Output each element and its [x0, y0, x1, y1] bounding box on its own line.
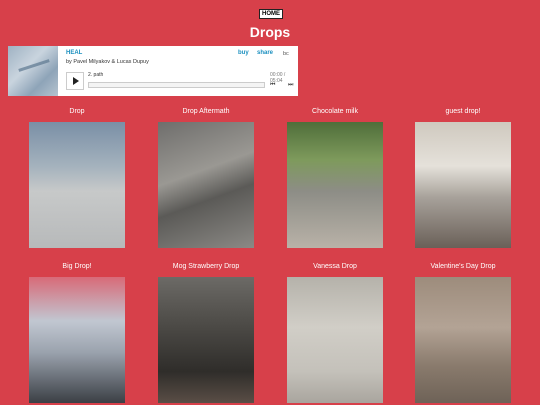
gallery-card: guest drop! [415, 107, 511, 248]
card-photo[interactable] [29, 122, 125, 248]
gallery-card: Big Drop! [29, 262, 125, 403]
bandcamp-player: HEAL by Pavel Milyakov & Lucas Dupuy buy… [8, 46, 298, 96]
previous-track-icon[interactable]: ⏮ [270, 82, 275, 89]
card-caption: Big Drop! [62, 263, 92, 270]
card-photo[interactable] [415, 277, 511, 403]
card-photo[interactable] [29, 277, 125, 403]
gallery-card: Chocolate milk [287, 107, 383, 248]
play-button[interactable] [66, 72, 84, 90]
bandcamp-logo[interactable]: bc [283, 51, 289, 57]
gallery-card: Mog Strawberry Drop [158, 262, 254, 403]
gallery-card: Vanessa Drop [287, 262, 383, 403]
card-caption: Drop [69, 108, 85, 115]
card-photo[interactable] [287, 122, 383, 248]
card-photo[interactable] [287, 277, 383, 403]
gallery-card: Valentine's Day Drop [415, 262, 511, 403]
home-button[interactable]: HOME [259, 9, 283, 19]
album-art[interactable] [8, 46, 58, 96]
gallery-card: Drop Aftermath [158, 107, 254, 248]
buy-link[interactable]: buy [238, 50, 249, 56]
card-photo[interactable] [158, 277, 254, 403]
card-caption: Mog Strawberry Drop [172, 263, 240, 270]
card-caption: Chocolate milk [312, 108, 358, 115]
share-link[interactable]: share [257, 50, 273, 56]
card-caption: Drop Aftermath [182, 108, 230, 115]
track-title: 2. path [88, 72, 104, 78]
card-photo[interactable] [158, 122, 254, 248]
card-caption: Valentine's Day Drop [430, 263, 496, 270]
card-caption: Vanessa Drop [313, 263, 357, 270]
card-caption: guest drop! [445, 108, 481, 115]
progress-bar[interactable] [88, 82, 265, 88]
artist-line[interactable]: by Pavel Milyakov & Lucas Dupuy [66, 59, 149, 65]
gallery-card: Drop [29, 107, 125, 248]
album-title[interactable]: HEAL [66, 50, 82, 56]
page-title: Drops [249, 24, 291, 40]
next-track-icon[interactable]: ⏭ [288, 82, 293, 89]
card-photo[interactable] [415, 122, 511, 248]
